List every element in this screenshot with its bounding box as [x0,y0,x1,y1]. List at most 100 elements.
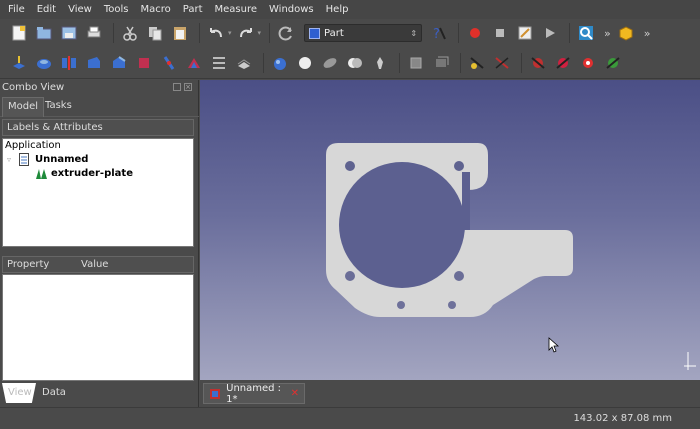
shape-builder-icon[interactable] [405,52,427,74]
boolean-icon[interactable] [269,52,291,74]
tree-header-label: Labels & Attributes [7,122,103,133]
mount-hole [454,161,464,171]
workbench-selector[interactable]: Part ⇕ [304,24,423,42]
extrude-icon[interactable] [8,52,30,74]
panel-buttons: × [173,83,192,91]
tab-data[interactable]: Data [36,383,72,403]
cut-icon[interactable] [119,22,141,44]
undo-icon[interactable] [205,22,227,44]
chevron-updown-icon: ⇕ [410,28,418,38]
menu-help[interactable]: Help [326,4,349,15]
box-view-icon[interactable] [615,22,637,44]
measure-linear-icon[interactable] [466,52,488,74]
tab-model[interactable]: Model [2,97,45,117]
tree-object-label[interactable]: extruder-plate [51,168,133,179]
zoom-icon[interactable] [575,22,597,44]
value-column-header: Value [81,259,109,270]
float-panel-icon[interactable] [173,83,181,91]
more-tools-icon[interactable]: » [604,27,611,40]
separator [521,52,522,73]
combo-view-tabs: Model Tasks [0,97,199,117]
dimension-readout: 143.02 x 87.08 mm [573,413,672,424]
freecad-doc-icon [210,388,220,399]
close-panel-icon[interactable]: × [184,83,192,91]
separator [569,23,571,43]
menu-measure[interactable]: Measure [215,4,258,15]
cut-shape-icon[interactable] [294,52,316,74]
menu-edit[interactable]: Edit [37,4,56,15]
document-tab-label: Unnamed : 1* [226,382,282,405]
edit-macro-icon[interactable] [514,22,536,44]
section-icon[interactable] [233,52,255,74]
mount-hole [397,301,405,309]
tree-header: Labels & Attributes [2,119,194,136]
separator [199,23,200,43]
stop-macro-icon[interactable] [489,22,511,44]
loft-icon[interactable] [183,52,205,74]
tab-view[interactable]: View [2,383,36,403]
chamfer-icon[interactable] [108,52,130,74]
ruled-surface-icon[interactable] [158,52,180,74]
redo-icon[interactable] [235,22,257,44]
fillet-icon[interactable] [83,52,105,74]
more-tools-icon-2[interactable]: » [644,27,651,40]
make-face-icon[interactable] [133,52,155,74]
measure-toggle-icon[interactable] [577,52,599,74]
shape-info-icon[interactable] [430,52,452,74]
menu-view[interactable]: View [68,4,92,15]
mount-hole [345,161,355,171]
center-hole [339,162,465,288]
extrusion-icon [35,168,48,183]
property-view-tabs: View Data [0,383,199,405]
main-toolbar: ▾ ▾ Part ⇕ ? » » [0,19,700,47]
revolve-icon[interactable] [33,52,55,74]
slot-cut [462,172,470,230]
print-icon[interactable] [83,22,105,44]
mirror-icon[interactable] [58,52,80,74]
separator [263,52,264,73]
redo-dropdown-icon[interactable]: ▾ [258,29,262,37]
tab-tasks[interactable]: Tasks [40,97,77,117]
extruder-plate-shape[interactable] [200,80,700,380]
menu-macro[interactable]: Macro [140,4,170,15]
document-tab-bar: Unnamed : 1* ✕ [200,380,700,407]
status-bar: 143.02 x 87.08 mm [0,407,700,429]
separator [113,23,114,43]
workbench-label: Part [324,27,344,39]
tree-document-label[interactable]: Unnamed [35,154,88,165]
property-editor[interactable] [2,274,194,381]
record-macro-icon[interactable] [464,22,486,44]
3d-viewport[interactable] [200,80,700,380]
open-file-icon[interactable] [33,22,55,44]
menu-part[interactable]: Part [183,4,203,15]
undo-dropdown-icon[interactable]: ▾ [228,29,232,37]
paste-icon[interactable] [169,22,191,44]
separator [460,52,461,73]
property-column-header: Property [7,259,50,270]
sweep-icon[interactable] [208,52,230,74]
copy-icon[interactable] [144,22,166,44]
refresh-icon[interactable] [275,22,297,44]
mount-hole [448,301,456,309]
measure-clear-icon[interactable] [552,52,574,74]
fuse-icon[interactable] [319,52,341,74]
menu-file[interactable]: File [8,4,25,15]
close-tab-icon[interactable]: ✕ [291,388,299,399]
menu-windows[interactable]: Windows [269,4,314,15]
menu-tools[interactable]: Tools [104,4,129,15]
measure-refresh-icon[interactable] [527,52,549,74]
common-icon[interactable] [344,52,366,74]
mouse-cursor-icon [548,337,560,353]
tab-unnamed-document[interactable]: Unnamed : 1* ✕ [203,382,305,405]
run-macro-icon[interactable] [539,22,561,44]
slice-icon[interactable] [369,52,391,74]
measure-angular-icon[interactable] [491,52,513,74]
document-icon [19,153,30,169]
expand-arrow-icon[interactable]: ▿ [7,155,11,164]
save-file-icon[interactable] [58,22,80,44]
new-file-icon[interactable] [8,22,30,44]
measure-3d-icon[interactable] [602,52,624,74]
part-toolbar [0,47,700,79]
separator [458,23,460,43]
whats-this-icon[interactable]: ? [428,22,450,44]
